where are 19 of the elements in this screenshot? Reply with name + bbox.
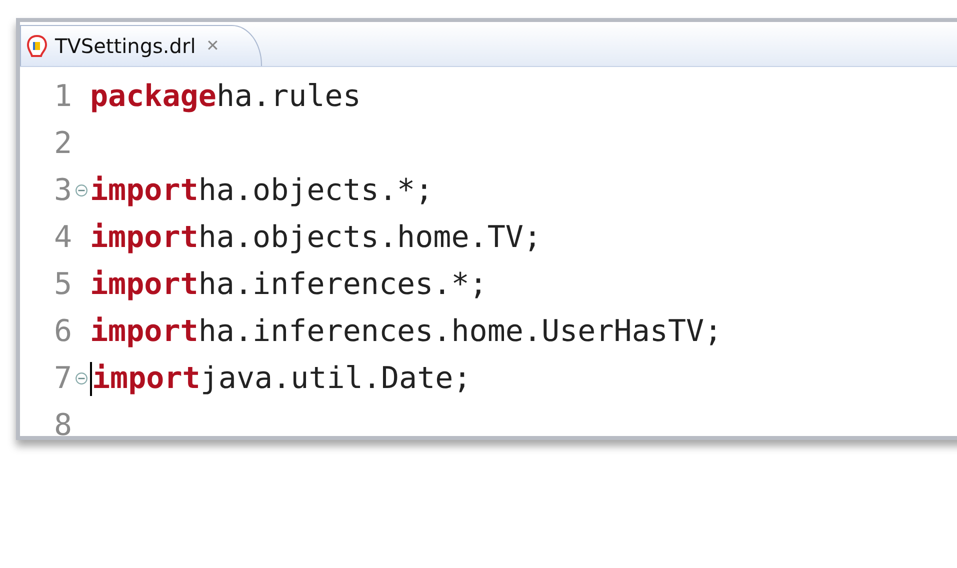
editor-tab[interactable]: TVSettings.drl ✕ — [20, 25, 262, 66]
line-number: 3 — [52, 173, 72, 208]
code-line: importha.objects.home.TV; — [90, 220, 542, 255]
tab-title: TVSettings.drl — [55, 34, 196, 58]
line-number: 6 — [52, 314, 72, 349]
code-line: importha.objects.*; — [90, 173, 434, 208]
code-line: packageha.rules — [90, 79, 361, 114]
line-number: 5 — [52, 267, 72, 302]
line-number: 1 — [52, 79, 72, 114]
line-number: 7 — [52, 361, 72, 396]
code-line: importha.inferences.home.UserHasTV; — [90, 314, 722, 349]
collapse-icon[interactable] — [74, 184, 88, 197]
file-icon — [27, 35, 47, 57]
code-line: importjava.util.Date; — [90, 361, 472, 396]
code-line: importha.inferences.*; — [90, 267, 488, 302]
line-number: 8 — [52, 408, 72, 443]
collapse-icon[interactable] — [74, 372, 88, 385]
line-number: 4 — [52, 220, 72, 255]
line-number: 2 — [52, 126, 72, 161]
